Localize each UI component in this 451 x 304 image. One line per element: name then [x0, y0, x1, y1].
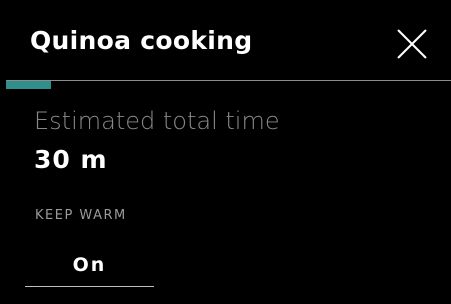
progress-track	[6, 80, 451, 81]
close-button[interactable]	[394, 26, 430, 62]
keep-warm-underline	[25, 286, 154, 287]
estimated-time-label: Estimated total time	[34, 107, 280, 135]
keep-warm-value: On	[72, 254, 107, 276]
close-icon	[397, 29, 427, 59]
header: Quinoa cooking	[0, 0, 451, 80]
progress-fill	[6, 81, 51, 89]
estimated-time-value: 30 m	[34, 145, 108, 174]
keep-warm-toggle[interactable]: On	[25, 248, 154, 288]
page-title: Quinoa cooking	[30, 26, 253, 55]
keep-warm-label: KEEP WARM	[35, 208, 127, 223]
progress-bar	[6, 80, 451, 89]
